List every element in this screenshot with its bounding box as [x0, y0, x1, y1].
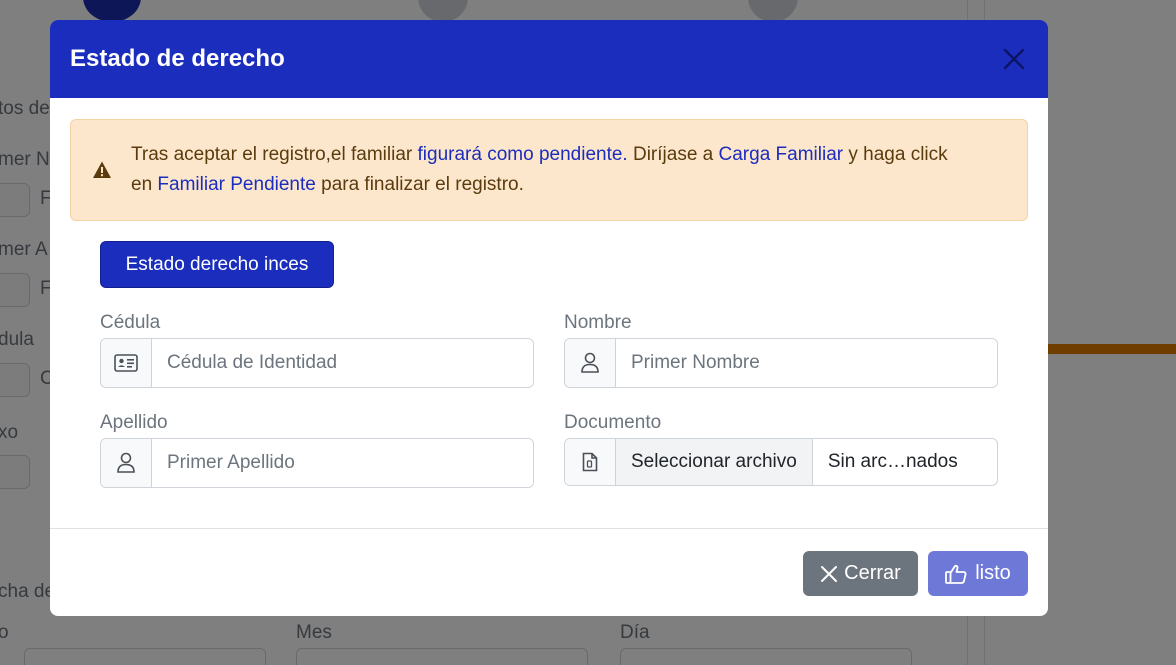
- person-icon: [101, 439, 152, 487]
- modal-title: Estado de derecho: [70, 45, 285, 72]
- close-icon[interactable]: [1000, 45, 1028, 73]
- cedula-input-group: [100, 338, 534, 388]
- listo-button-label: listo: [975, 562, 1011, 584]
- modal-dialog: Estado de derecho Tras aceptar el regist…: [50, 20, 1048, 616]
- id-card-icon: [101, 339, 152, 387]
- listo-button[interactable]: listo: [928, 551, 1028, 596]
- alert-text-4: para finalizar el registro.: [315, 174, 524, 195]
- documento-file-input[interactable]: Seleccionar archivo Sin arc…nados: [564, 438, 998, 486]
- documento-label: Documento: [564, 412, 662, 433]
- selected-file-name: Sin arc…nados: [827, 451, 958, 472]
- cedula-input[interactable]: [152, 339, 533, 387]
- link-carga-familiar[interactable]: Carga Familiar: [719, 144, 844, 165]
- modal-header: Estado de derecho: [50, 20, 1048, 98]
- link-pending[interactable]: figurará como pendiente.: [418, 144, 628, 165]
- apellido-input-group: [100, 438, 534, 488]
- close-button[interactable]: Cerrar: [803, 551, 918, 596]
- link-familiar-pendiente[interactable]: Familiar Pendiente: [157, 174, 315, 195]
- modal-footer: Cerrar listo: [50, 528, 1048, 616]
- person-icon: [565, 339, 616, 387]
- warning-alert: Tras aceptar el registro,el familiar fig…: [70, 119, 1028, 221]
- close-icon: [821, 565, 838, 582]
- apellido-label: Apellido: [100, 412, 168, 433]
- warning-triangle-icon: [93, 161, 111, 178]
- alert-text-1: Tras aceptar el registro,el familiar: [131, 144, 418, 165]
- nombre-input-group: [564, 338, 998, 388]
- alert-text-2: Diríjase a: [627, 144, 719, 165]
- select-file-button[interactable]: Seleccionar archivo: [616, 439, 813, 485]
- cedula-label: Cédula: [100, 312, 161, 333]
- close-button-label: Cerrar: [844, 562, 901, 584]
- thumbs-up-icon: [945, 564, 967, 584]
- nombre-label: Nombre: [564, 312, 632, 333]
- file-icon: [565, 439, 616, 485]
- apellido-input[interactable]: [152, 439, 533, 487]
- estado-derecho-inces-button[interactable]: Estado derecho inces: [100, 241, 334, 288]
- nombre-input[interactable]: [616, 339, 997, 387]
